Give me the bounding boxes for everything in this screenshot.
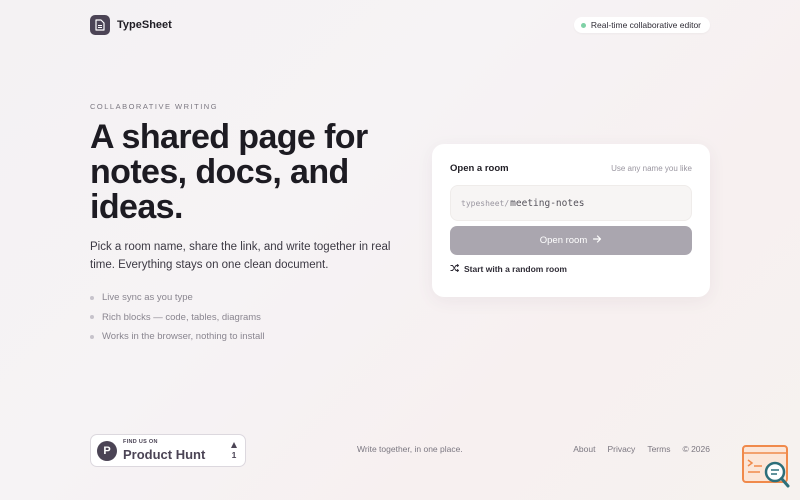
status-dot [580, 22, 586, 28]
open-room-button[interactable]: Open room [450, 226, 692, 255]
status-pill: Real-time collaborative editor [573, 17, 710, 33]
page-title: A shared page for notes, docs, and ideas… [90, 118, 368, 226]
list-item: Rich blocks — code, tables, diagrams [90, 308, 264, 328]
footer-tagline: Write together, in one place. [357, 444, 463, 454]
room-url-prefix: typesheet/ [461, 198, 510, 208]
brand-name: TypeSheet [117, 19, 172, 31]
card-hint: Use any name you like [611, 163, 692, 173]
bullet-dot [90, 295, 94, 300]
feature-label: Live sync as you type [102, 292, 193, 304]
product-hunt-badge[interactable]: P FIND US ON Product Hunt 1 [90, 434, 246, 467]
feature-label: Works in the browser, nothing to install [102, 331, 265, 343]
product-hunt-logo: P [97, 440, 117, 461]
footer-link-terms[interactable]: Terms [647, 444, 670, 454]
bullet-dot [90, 315, 94, 320]
footer-nav: About Privacy Terms © 2026 [573, 444, 710, 454]
list-item: Live sync as you type [90, 288, 264, 308]
card-header: Open a room Use any name you like [450, 161, 692, 175]
room-name-input[interactable] [509, 197, 670, 209]
upvote-count: 1 [231, 441, 237, 460]
random-room-link[interactable]: Start with a random room [450, 263, 692, 274]
feature-label: Rich blocks — code, tables, diagrams [102, 311, 261, 323]
feature-list: Live sync as you type Rich blocks — code… [90, 288, 264, 347]
room-name-field[interactable]: typesheet/ [450, 185, 692, 221]
arrow-right-icon [593, 235, 602, 246]
hero-subtitle: Pick a room name, share the link, and wr… [90, 241, 391, 271]
product-hunt-big: Product Hunt [123, 446, 206, 462]
open-room-card: Open a room Use any name you like typesh… [432, 144, 710, 297]
product-hunt-text: FIND US ON Product Hunt [123, 440, 205, 461]
list-item: Works in the browser, nothing to install [90, 327, 264, 347]
code-search-icon[interactable] [742, 444, 792, 490]
bullet-dot [90, 334, 94, 339]
eyebrow-label: COLLABORATIVE WRITING [90, 102, 219, 111]
site-header: TypeSheet Real-time collaborative editor [90, 14, 710, 36]
upvote-value: 1 [231, 449, 237, 460]
footer-link-about[interactable]: About [573, 444, 595, 454]
upvote-arrow-icon [231, 441, 237, 448]
random-room-label: Start with a random room [464, 264, 567, 274]
status-pill-label: Real-time collaborative editor [590, 20, 701, 30]
copyright: © 2026 [682, 444, 710, 454]
card-title: Open a room [450, 162, 509, 174]
open-room-label: Open room [539, 235, 588, 246]
product-hunt-small: FIND US ON [123, 439, 158, 446]
shuffle-icon [450, 263, 460, 274]
brand[interactable]: TypeSheet [90, 15, 172, 35]
footer-link-privacy[interactable]: Privacy [607, 444, 635, 454]
document-icon [90, 15, 110, 35]
